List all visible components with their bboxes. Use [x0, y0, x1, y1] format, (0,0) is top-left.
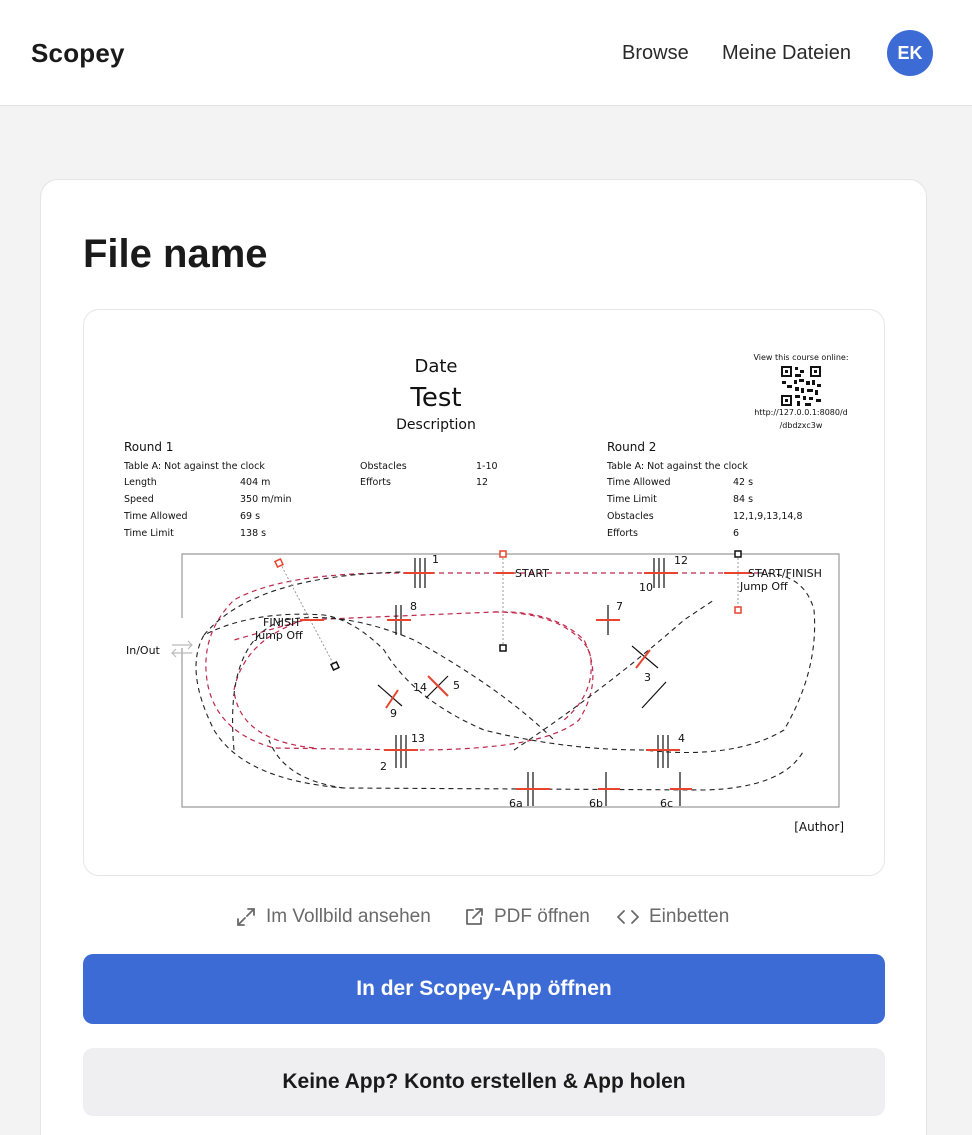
obstacle-number: 7: [616, 600, 623, 613]
start-label: START: [515, 567, 549, 580]
round1-label: Time Allowed: [123, 511, 188, 522]
obstacle-number: 9: [390, 707, 397, 720]
obstacle-number: 5: [453, 679, 460, 692]
route-round1: [195, 571, 816, 791]
round1-label: Speed: [124, 494, 154, 505]
obstacle-number: 1: [432, 553, 439, 566]
qr-code-icon: [781, 366, 821, 406]
obstacle-number: 3: [644, 671, 651, 684]
round1-efforts-value: 12: [476, 477, 488, 488]
course-date: Date: [414, 356, 457, 377]
round2-label: Time Limit: [606, 494, 657, 505]
user-avatar[interactable]: EK: [887, 30, 933, 76]
author-label: [Author]: [794, 820, 844, 834]
round1-efforts-label: Efforts: [360, 477, 391, 488]
round1-obstacles-value: 1-10: [476, 461, 498, 472]
start-line-marker: [499, 550, 507, 652]
obstacle-number: 6a: [509, 797, 523, 810]
round2-value: 12,1,9,13,14,8: [733, 511, 803, 522]
round2-table: Table A: Not against the clock: [606, 461, 748, 472]
course-plan-svg: Date Test Description View this course o…: [123, 353, 849, 834]
obstacle-number: 4: [678, 732, 685, 745]
open-in-app-button[interactable]: In der Scopey-App öffnen: [83, 954, 885, 1024]
open-pdf-action[interactable]: PDF öffnen: [463, 902, 590, 932]
jump-6c: [670, 772, 692, 806]
round2-title: Round 2: [607, 440, 656, 454]
round1-title: Round 1: [124, 440, 173, 454]
round1-label: Length: [124, 477, 157, 488]
round1-label: Time Limit: [123, 528, 174, 539]
course-description: Description: [396, 417, 476, 433]
obstacle-number: 6b: [589, 797, 603, 810]
obstacle-number: 13: [411, 732, 425, 745]
file-card: File name Date Test Description View thi…: [40, 179, 927, 1135]
obstacle-number: 12: [674, 554, 688, 567]
create-account-button[interactable]: Keine App? Konto erstellen & App holen: [83, 1048, 885, 1116]
nav-my-files-link[interactable]: Meine Dateien: [722, 42, 851, 65]
course-url-line1: http://127.0.0.1:8080/d: [754, 408, 848, 417]
jump-9: [377, 684, 403, 709]
online-label: View this course online:: [753, 353, 848, 362]
round1-value: 69 s: [240, 511, 260, 522]
jump-8: [387, 605, 411, 635]
obstacle-number: 14: [413, 681, 427, 694]
embed-action[interactable]: Einbetten: [616, 902, 729, 932]
round2-label: Efforts: [607, 528, 638, 539]
nav-browse-link[interactable]: Browse: [622, 42, 689, 65]
external-link-icon: [466, 908, 483, 925]
code-icon: [617, 910, 639, 924]
finish-label: FINISH: [263, 616, 299, 629]
route-round2: [205, 572, 759, 751]
round2-value: 6: [733, 528, 739, 539]
jump-off-label: Jump Off: [254, 629, 303, 642]
obstacle-number: 8: [410, 600, 417, 613]
course-preview[interactable]: Date Test Description View this course o…: [83, 309, 885, 876]
open-pdf-label: PDF öffnen: [494, 906, 590, 927]
obstacle-number: 2: [380, 760, 387, 773]
round2-value: 42 s: [733, 477, 753, 488]
obstacle-number: 6c: [660, 797, 673, 810]
file-title: File name: [83, 232, 268, 276]
round1-table: Table A: Not against the clock: [123, 461, 265, 472]
course-title: Test: [409, 383, 461, 413]
expand-icon: [237, 908, 255, 926]
round1-obstacles-label: Obstacles: [360, 461, 407, 472]
jump-4: [646, 735, 680, 768]
embed-label: Einbetten: [649, 906, 730, 927]
jump-1: [404, 558, 434, 588]
start-finish-label: START/FINISH: [748, 567, 822, 580]
jump-off-label: Jump Off: [739, 580, 788, 593]
fullscreen-label: Im Vollbild ansehen: [266, 906, 431, 927]
preview-actions: Im Vollbild ansehen PDF öffnen Einbetten: [41, 902, 928, 932]
obstacle-number: 10: [639, 581, 653, 594]
round2-label: Time Allowed: [606, 477, 671, 488]
round2-value: 84 s: [733, 494, 753, 505]
jump-5-14: [425, 675, 449, 699]
round2-label: Obstacles: [607, 511, 654, 522]
brand-logo[interactable]: Scopey: [31, 38, 125, 69]
top-bar: Scopey Browse Meine Dateien EK: [0, 0, 972, 106]
in-out-label: In/Out: [126, 644, 161, 657]
fullscreen-action[interactable]: Im Vollbild ansehen: [235, 902, 431, 932]
round1-value: 350 m/min: [240, 494, 292, 505]
course-url-line2: /dbdzxc3w: [780, 421, 823, 430]
round1-value: 404 m: [240, 477, 270, 488]
round1-value: 138 s: [240, 528, 266, 539]
